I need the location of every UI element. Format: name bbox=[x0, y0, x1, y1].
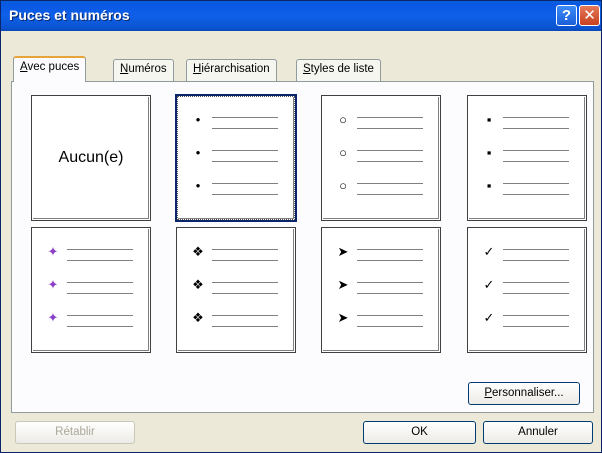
text-line-sample bbox=[212, 249, 278, 250]
arrowhead-bullet-icon: ➤ bbox=[337, 244, 349, 259]
text-line-sample bbox=[503, 128, 569, 129]
diamond-cross-bullet-icon: ❖ bbox=[192, 244, 204, 259]
cancel-button[interactable]: Annuler bbox=[483, 421, 593, 444]
button-label: Annuler bbox=[518, 426, 558, 438]
question-mark-icon: ? bbox=[561, 7, 572, 24]
bullet-option[interactable]: ❖ ❖ ❖ bbox=[176, 227, 296, 353]
bullet-option[interactable]: ✦ ✦ ✦ bbox=[31, 227, 151, 353]
ok-button[interactable]: OK bbox=[363, 421, 476, 444]
title-bar[interactable]: Puces et numéros ? ✕ bbox=[1, 1, 601, 31]
bullets-and-numbering-dialog: Puces et numéros ? ✕ Avec puces Numéros … bbox=[0, 0, 602, 453]
text-line-sample bbox=[357, 315, 423, 316]
text-line-sample bbox=[503, 117, 569, 118]
text-line-sample bbox=[503, 282, 569, 283]
square-bullet-icon: ▪ bbox=[486, 112, 492, 127]
text-line-sample bbox=[212, 293, 278, 294]
square-bullet-icon: ▪ bbox=[486, 145, 492, 160]
button-mnemonic: P bbox=[484, 387, 493, 399]
text-line-sample bbox=[212, 128, 278, 129]
close-icon: ✕ bbox=[583, 7, 596, 24]
circle-bullet-icon: ○ bbox=[339, 178, 347, 193]
tab-styles-de-liste[interactable]: Styles de liste bbox=[296, 59, 381, 81]
text-line-sample bbox=[357, 282, 423, 283]
text-line-sample bbox=[357, 249, 423, 250]
text-line-sample bbox=[357, 326, 423, 327]
text-line-sample bbox=[503, 260, 569, 261]
tab-hierarchisation[interactable]: Hiérarchisation bbox=[186, 59, 277, 81]
none-option-label: Aucun(e) bbox=[58, 149, 124, 166]
text-line-sample bbox=[212, 326, 278, 327]
checkmark-bullet-icon: ✓ bbox=[483, 244, 495, 259]
text-line-sample bbox=[67, 293, 133, 294]
tab-label: iérarchisation bbox=[201, 63, 270, 75]
text-line-sample bbox=[503, 194, 569, 195]
text-line-sample bbox=[67, 260, 133, 261]
text-line-sample bbox=[357, 117, 423, 118]
bullet-option[interactable]: ▪ ▪ ▪ bbox=[467, 95, 587, 221]
text-line-sample bbox=[503, 161, 569, 162]
text-line-sample bbox=[503, 293, 569, 294]
text-line-sample bbox=[67, 315, 133, 316]
diamond-cross-bullet-icon: ❖ bbox=[192, 277, 204, 292]
diamond-cross-bullet-icon: ❖ bbox=[192, 310, 204, 325]
text-line-sample bbox=[503, 326, 569, 327]
tab-label: vec puces bbox=[27, 61, 80, 73]
tab-mnemonic: S bbox=[303, 63, 311, 75]
text-line-sample bbox=[357, 194, 423, 195]
text-line-sample bbox=[67, 282, 133, 283]
picture-bullet-icon: ✦ bbox=[47, 277, 59, 292]
text-line-sample bbox=[212, 282, 278, 283]
checkmark-bullet-icon: ✓ bbox=[483, 310, 495, 325]
square-bullet-icon: ▪ bbox=[486, 178, 492, 193]
text-line-sample bbox=[67, 326, 133, 327]
circle-bullet-icon: ○ bbox=[339, 145, 347, 160]
arrowhead-bullet-icon: ➤ bbox=[337, 310, 349, 325]
bullet-option[interactable]: • • • bbox=[175, 94, 297, 222]
arrowhead-bullet-icon: ➤ bbox=[337, 277, 349, 292]
text-line-sample bbox=[212, 183, 278, 184]
help-button[interactable]: ? bbox=[556, 5, 577, 26]
text-line-sample bbox=[212, 194, 278, 195]
text-line-sample bbox=[357, 260, 423, 261]
dialog-title: Puces et numéros bbox=[9, 7, 130, 23]
text-line-sample bbox=[503, 249, 569, 250]
text-line-sample bbox=[503, 183, 569, 184]
customize-button[interactable]: Personnaliser... bbox=[468, 382, 580, 405]
text-line-sample bbox=[212, 150, 278, 151]
button-label: ersonnaliser... bbox=[492, 387, 564, 399]
circle-bullet-icon: ○ bbox=[339, 112, 347, 127]
bullet-option[interactable]: ○ ○ ○ bbox=[321, 95, 441, 221]
bullet-option-none[interactable]: Aucun(e) bbox=[31, 95, 151, 221]
text-line-sample bbox=[67, 249, 133, 250]
close-button[interactable]: ✕ bbox=[579, 5, 600, 26]
dot-bullet-icon: • bbox=[195, 145, 201, 160]
text-line-sample bbox=[212, 117, 278, 118]
text-line-sample bbox=[357, 128, 423, 129]
picture-bullet-icon: ✦ bbox=[47, 310, 59, 325]
text-line-sample bbox=[357, 183, 423, 184]
text-line-sample bbox=[212, 315, 278, 316]
tab-avec-puces[interactable]: Avec puces bbox=[13, 56, 87, 82]
tab-numeros[interactable]: Numéros bbox=[113, 59, 174, 81]
text-line-sample bbox=[503, 315, 569, 316]
text-line-sample bbox=[212, 260, 278, 261]
picture-bullet-icon: ✦ bbox=[47, 244, 59, 259]
checkmark-bullet-icon: ✓ bbox=[483, 277, 495, 292]
button-label: Rétablir bbox=[55, 426, 95, 438]
text-line-sample bbox=[212, 161, 278, 162]
tab-label: tyles de liste bbox=[310, 63, 374, 75]
text-line-sample bbox=[357, 161, 423, 162]
button-label: OK bbox=[411, 426, 428, 438]
tab-panel: Aucun(e) • • • ○ ○ ○ ▪ ▪ ▪ ✦ ✦ ✦ ❖ ❖ ❖ ➤ ➤ ➤ ✓ ✓ ✓ Personnali… bbox=[11, 81, 594, 413]
text-line-sample bbox=[357, 150, 423, 151]
text-line-sample bbox=[503, 150, 569, 151]
bullet-option[interactable]: ➤ ➤ ➤ bbox=[321, 227, 441, 353]
dot-bullet-icon: • bbox=[195, 112, 201, 127]
reset-button[interactable]: Rétablir bbox=[15, 421, 135, 444]
text-line-sample bbox=[357, 293, 423, 294]
dot-bullet-icon: • bbox=[195, 178, 201, 193]
bullet-option[interactable]: ✓ ✓ ✓ bbox=[467, 227, 587, 353]
tab-label: uméros bbox=[128, 63, 167, 75]
